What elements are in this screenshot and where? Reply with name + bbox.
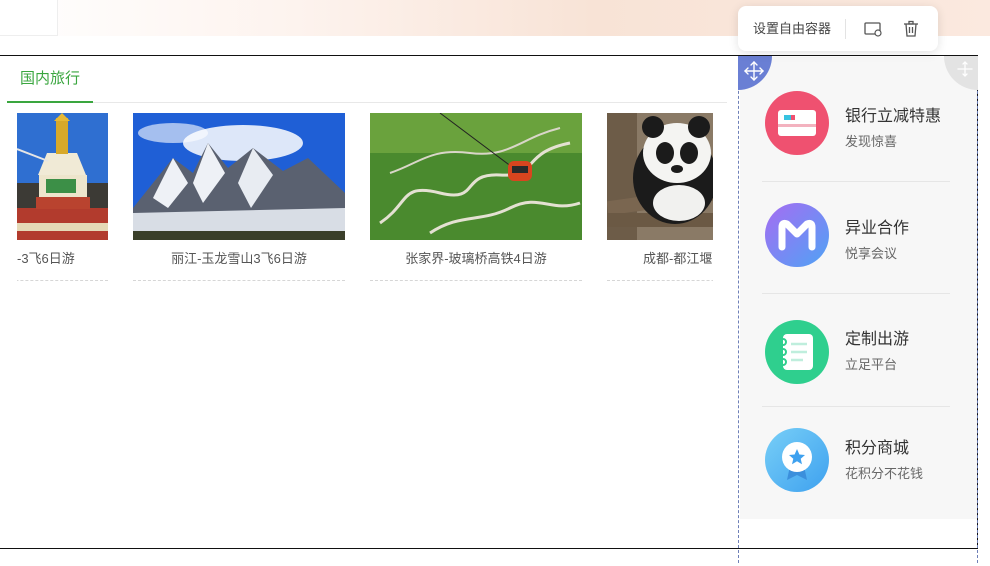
container-settings-icon[interactable]: [863, 19, 883, 39]
panda-image: [607, 113, 713, 240]
card-caption: -3飞6日游: [17, 251, 75, 266]
service-item-custom-tour[interactable]: 定制出游 立足平台: [762, 295, 950, 407]
tab-domestic-travel[interactable]: 国内旅行: [7, 56, 93, 103]
card-caption: 成都-都江堰: [643, 251, 713, 266]
service-subtitle: 发现惊喜: [845, 134, 898, 149]
service-title: 银行立减特惠: [845, 108, 942, 125]
set-free-container-button[interactable]: 设置自由容器: [753, 6, 831, 51]
trash-icon[interactable]: [901, 19, 921, 39]
service-item-points-mall[interactable]: 积分商城 花积分不花钱: [762, 408, 950, 520]
service-divider: [762, 406, 950, 407]
notebook-icon: [765, 320, 829, 384]
service-subtitle: 花积分不花钱: [845, 466, 924, 481]
service-divider: [762, 293, 950, 294]
travel-card[interactable]: 丽江-玉龙雪山3飞6日游: [133, 113, 345, 281]
m-logo-icon: [765, 203, 829, 267]
travel-card[interactable]: 张家界-玻璃桥高铁4日游: [370, 113, 582, 281]
service-title: 异业合作: [845, 220, 910, 237]
travel-card[interactable]: -3飞6日游: [17, 113, 108, 281]
tibet-stupa-image: [17, 113, 108, 240]
service-title: 定制出游: [845, 331, 910, 348]
service-item-bank[interactable]: 银行立减特惠 发现惊喜: [762, 70, 950, 182]
service-subtitle: 立足平台: [845, 357, 898, 372]
service-title: 积分商城: [845, 440, 910, 457]
bank-card-icon: [765, 91, 829, 155]
card-caption: 张家界-玻璃桥高铁4日游: [405, 251, 547, 266]
tab-bar: 国内旅行: [7, 56, 727, 103]
resize-icon: [957, 61, 973, 77]
card-caption: 丽江-玉龙雪山3飞6日游: [171, 251, 307, 266]
cable-car-valley-image: [370, 113, 582, 240]
toolbar-divider: [845, 19, 846, 39]
container-toolbar: 设置自由容器: [738, 6, 938, 51]
service-item-cooperation[interactable]: 异业合作 悦享会议: [762, 182, 950, 294]
travel-carousel: -3飞6日游 丽江-玉龙雪山3飞6日游 张家界-玻璃桥高铁4日游 成都-都江堰: [17, 113, 713, 283]
badge-icon: [765, 428, 829, 492]
snow-mountain-image: [133, 113, 345, 240]
travel-card[interactable]: 成都-都江堰: [607, 113, 713, 281]
banner-blank-box: [0, 0, 58, 36]
service-subtitle: 悦享会议: [845, 246, 898, 261]
